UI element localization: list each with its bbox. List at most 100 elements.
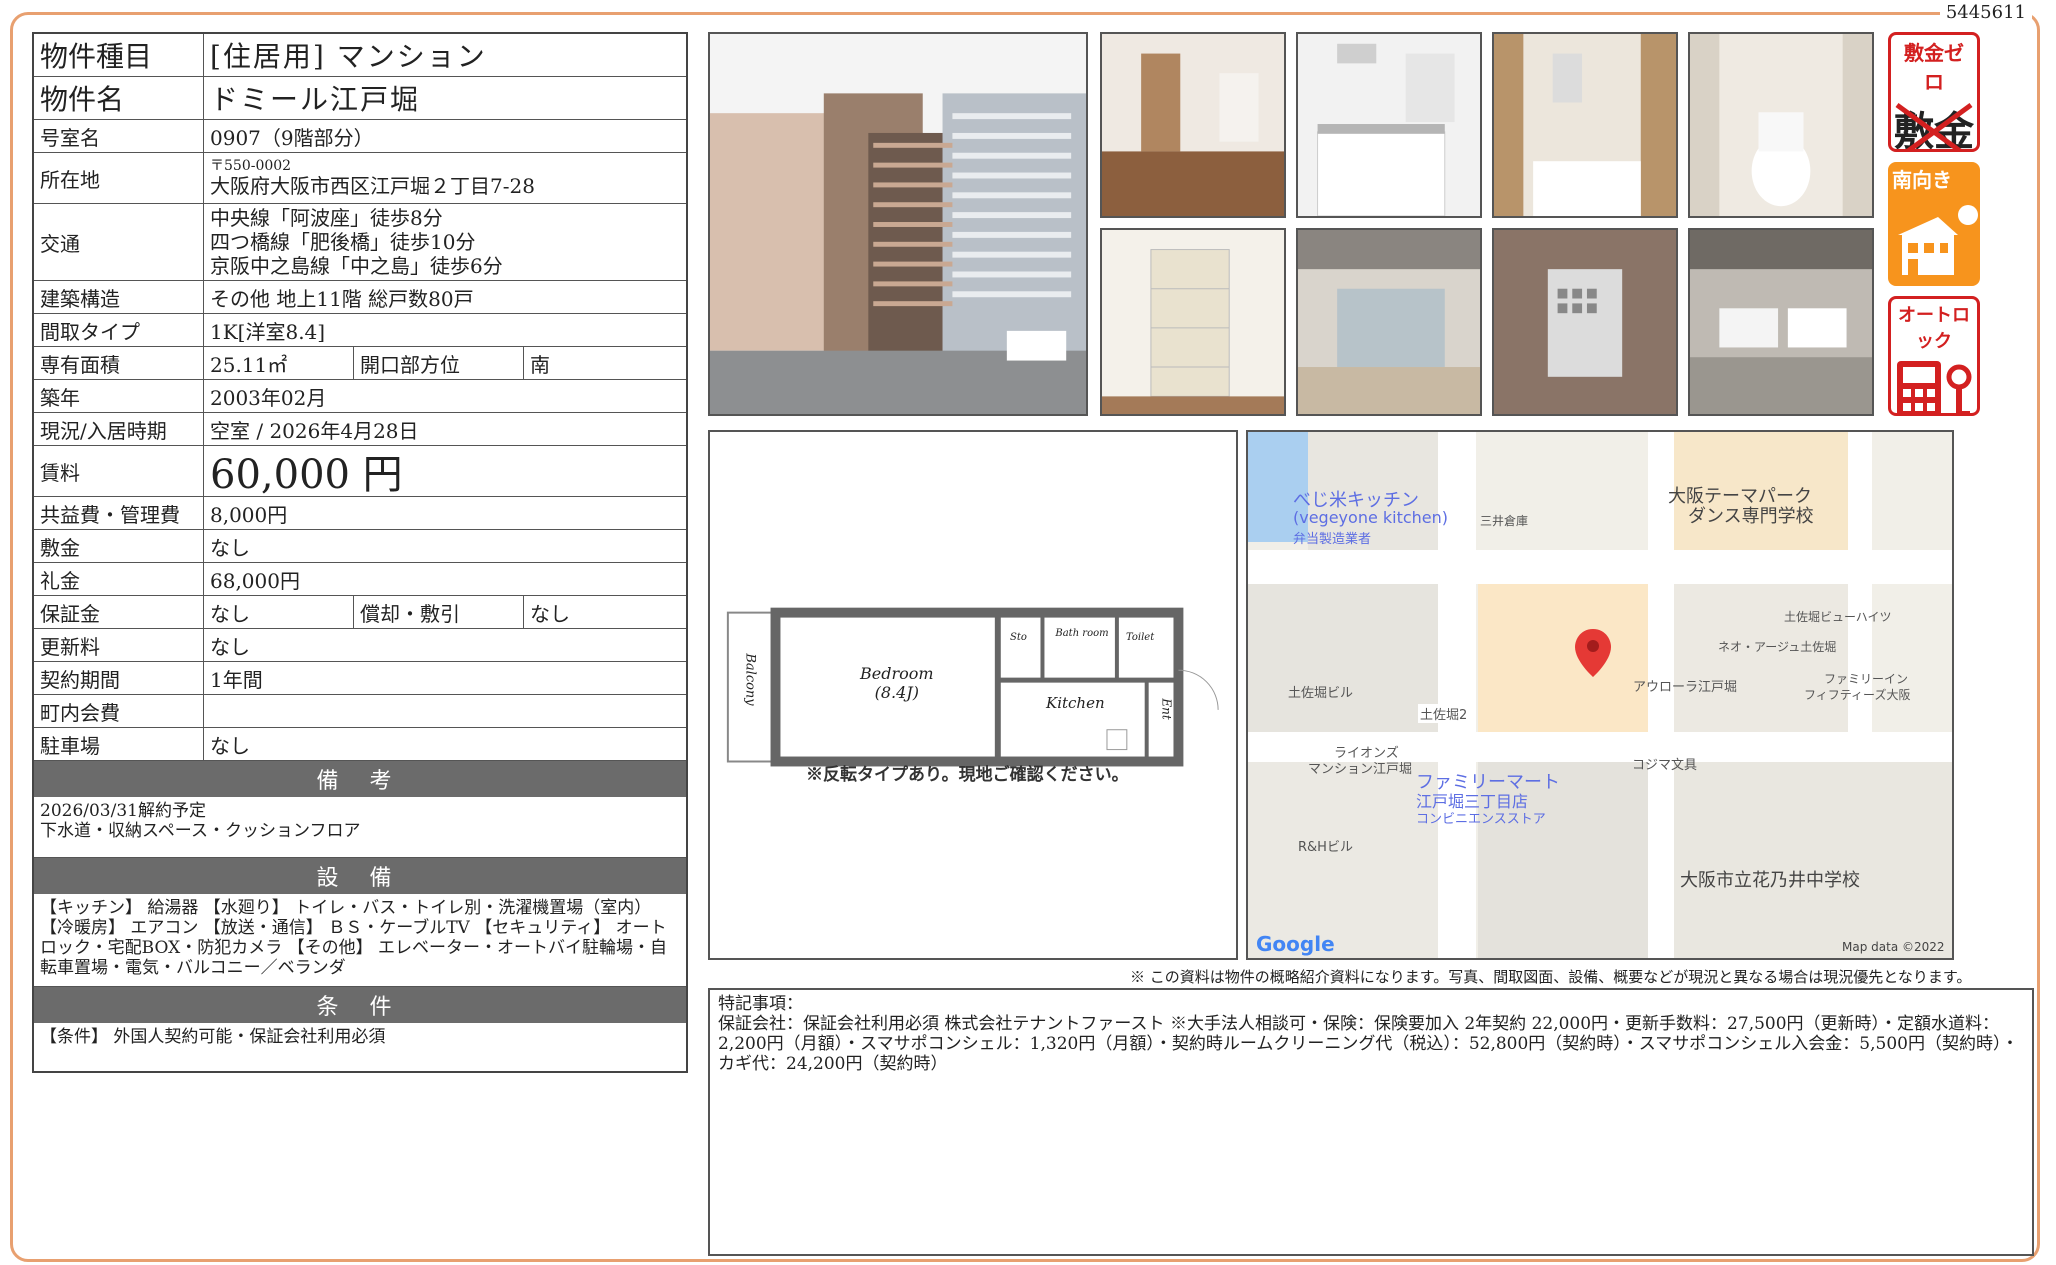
bedroom-label: Bedroom xyxy=(860,664,934,683)
reverse-type-note: ※反転タイプあり。現地ご確認ください。 xyxy=(806,765,1129,785)
structure-value: その他 地上11階 総戸数80戸 xyxy=(210,286,474,311)
room-photo-1 xyxy=(1100,32,1286,218)
guarantee-label: 保証金 xyxy=(34,596,204,628)
special-notes-title: 特記事項： xyxy=(718,994,803,1014)
equipment-header: 設 備 xyxy=(34,858,686,894)
direction-label: 開口部方位 xyxy=(354,347,524,379)
map-label-5: ダンス専門学校 xyxy=(1688,506,1814,527)
zero-deposit-badge-title: 敷金ゼロ xyxy=(1904,41,1964,94)
floor-plan-drawing xyxy=(726,607,1219,767)
row-room: 号室名 0907（9階部分） xyxy=(34,120,686,153)
toilet-label: Toilet xyxy=(1126,632,1155,643)
row-fee: 共益費・管理費 8,000円 xyxy=(34,497,686,530)
conditions-text: 【条件】 外国人契約可能・保証会社利用必須 xyxy=(40,1027,386,1047)
remarks-line-2: 下水道・収納スペース・クッションフロア xyxy=(40,821,361,841)
map-label-8: ファミリーイン xyxy=(1824,672,1909,686)
map-label-2: 弁当製造業者 xyxy=(1293,532,1372,547)
remarks-header: 備 考 xyxy=(34,761,686,797)
south-facing-badge: 南向き xyxy=(1888,162,1980,286)
amortization-label: 償却・敷引 xyxy=(354,596,524,628)
renewal-label: 更新料 xyxy=(34,629,204,661)
term-label: 契約期間 xyxy=(34,662,204,694)
room-photo-5 xyxy=(1100,228,1286,416)
conditions-header: 条 件 xyxy=(34,987,686,1023)
parking-label: 駐車場 xyxy=(34,728,204,760)
map-label-7: ネオ・アージュ土佐堀 xyxy=(1718,640,1837,654)
room-photo-2 xyxy=(1296,32,1482,218)
transit-label: 交通 xyxy=(34,204,204,280)
name-value: ドミール江戸堀 xyxy=(210,83,421,116)
google-logo: Google xyxy=(1256,932,1335,956)
house-sun-icon xyxy=(1898,205,1978,275)
fee-label: 共益費・管理費 xyxy=(34,497,204,529)
property-location-pin-icon[interactable] xyxy=(1573,627,1613,679)
map-label-18: コジマ文具 xyxy=(1632,758,1698,773)
auto-lock-badge-title: オートロック xyxy=(1898,305,1970,352)
disclaimer-text: ※ この資料は物件の概略紹介資料になります。写真、間取図面、設備、概要などが現況… xyxy=(1130,968,1972,986)
area-value: 25.11㎡ xyxy=(204,347,354,379)
map-label-20: 大阪市立花乃井中学校 xyxy=(1680,870,1860,891)
row-key-money: 礼金 68,000円 xyxy=(34,563,686,596)
cross-out-icon xyxy=(1895,102,1973,149)
row-term: 契約期間 1年間 xyxy=(34,662,686,695)
rent-value: 60,000 円 xyxy=(210,452,403,498)
row-layout: 間取タイプ 1K[洋室8.4] xyxy=(34,314,686,347)
bedroom-size-label: (8.4J) xyxy=(874,683,919,702)
building-exterior-photo xyxy=(708,32,1088,416)
map-credit: Map data ©2022 xyxy=(1842,940,1945,954)
special-notes: 特記事項： 保証会社：保証会社利用必須 株式会社テナントファースト ※大手法人相… xyxy=(708,988,2034,1256)
layout-value: 1K[洋室8.4] xyxy=(210,319,326,344)
parking-value: なし xyxy=(210,733,250,758)
map-label-19: R&Hビル xyxy=(1298,840,1353,855)
structure-label: 建築構造 xyxy=(34,281,204,313)
row-renewal: 更新料 なし xyxy=(34,629,686,662)
guarantee-value: なし xyxy=(204,596,354,628)
address-value: 大阪府大阪市西区江戸堀２丁目7-28 xyxy=(210,174,535,198)
row-structure: 建築構造 その他 地上11階 総戸数80戸 xyxy=(34,281,686,314)
row-transit: 交通 中央線「阿波座」徒歩8分 四つ橋線「肥後橋」徒歩10分 京阪中之島線「中之… xyxy=(34,204,686,281)
map-label-3: 三井倉庫 xyxy=(1480,514,1529,528)
layout-label: 間取タイプ xyxy=(34,314,204,346)
row-area: 専有面積 25.11㎡ 開口部方位 南 xyxy=(34,347,686,380)
floor-plan: Bedroom (8.4J) Balcony Sto Bath room Toi… xyxy=(708,430,1238,960)
bathroom-label: Bath room xyxy=(1055,628,1109,639)
row-name: 物件名 ドミール江戸堀 xyxy=(34,77,686,120)
entrance-photo-2 xyxy=(1492,228,1678,416)
row-parking: 駐車場 なし xyxy=(34,728,686,761)
map-label-1: (vegeyone kitchen) xyxy=(1293,508,1449,527)
row-deposit: 敷金 なし xyxy=(34,530,686,563)
transit-line-2: 四つ橋線「肥後橋」徒歩10分 xyxy=(210,230,476,254)
postal-code: 〒550-0002 xyxy=(210,158,292,174)
room-photo-3 xyxy=(1492,32,1678,218)
status-label: 現況/入居時期 xyxy=(34,413,204,445)
storage-label: Sto xyxy=(1010,632,1027,643)
document-id: 5445611 xyxy=(1939,2,2032,23)
parking-photo xyxy=(1688,228,1874,416)
room-value: 0907（9階部分） xyxy=(210,125,374,150)
row-type: 物件種目 [住居用] マンション xyxy=(34,34,686,77)
key-money-value: 68,000円 xyxy=(210,568,300,593)
entrance-photo-1 xyxy=(1296,228,1482,416)
amortization-value: なし xyxy=(530,601,570,626)
special-notes-text: 保証会社：保証会社利用必須 株式会社テナントファースト ※大手法人相談可・保険：… xyxy=(718,1014,2019,1074)
map-label-11: 土佐堀ビル xyxy=(1288,686,1354,701)
remarks-block: 2026/03/31解約予定 下水道・収納スペース・クッションフロア xyxy=(34,797,686,858)
room-photo-4 xyxy=(1688,32,1874,218)
map-label-17: コンビニエンスストア xyxy=(1416,812,1546,827)
kitchen-label: Kitchen xyxy=(1046,694,1105,712)
term-value: 1年間 xyxy=(210,667,263,692)
association-label: 町内会費 xyxy=(34,695,204,727)
location-map[interactable]: べじ米キッチン (vegeyone kitchen) 弁当製造業者 三井倉庫 大… xyxy=(1246,430,1954,960)
map-label-6: 土佐堀ビューハイツ xyxy=(1784,610,1892,624)
entrance-label: Ent xyxy=(1159,698,1174,720)
rent-label: 賃料 xyxy=(34,446,204,496)
status-value: 空室 / 2026年4月28日 xyxy=(210,418,419,443)
balcony-label: Balcony xyxy=(742,653,758,706)
fee-value: 8,000円 xyxy=(210,502,288,527)
zero-deposit-badge: 敷金ゼロ 敷金 xyxy=(1888,32,1980,152)
property-info-table: 物件種目 [住居用] マンション 物件名 ドミール江戸堀 号室名 0907（9階… xyxy=(32,32,688,1073)
built-label: 築年 xyxy=(34,380,204,412)
room-label: 号室名 xyxy=(34,120,204,152)
row-guarantee: 保証金 なし 償却・敷引 なし xyxy=(34,596,686,629)
direction-value: 南 xyxy=(530,352,550,377)
